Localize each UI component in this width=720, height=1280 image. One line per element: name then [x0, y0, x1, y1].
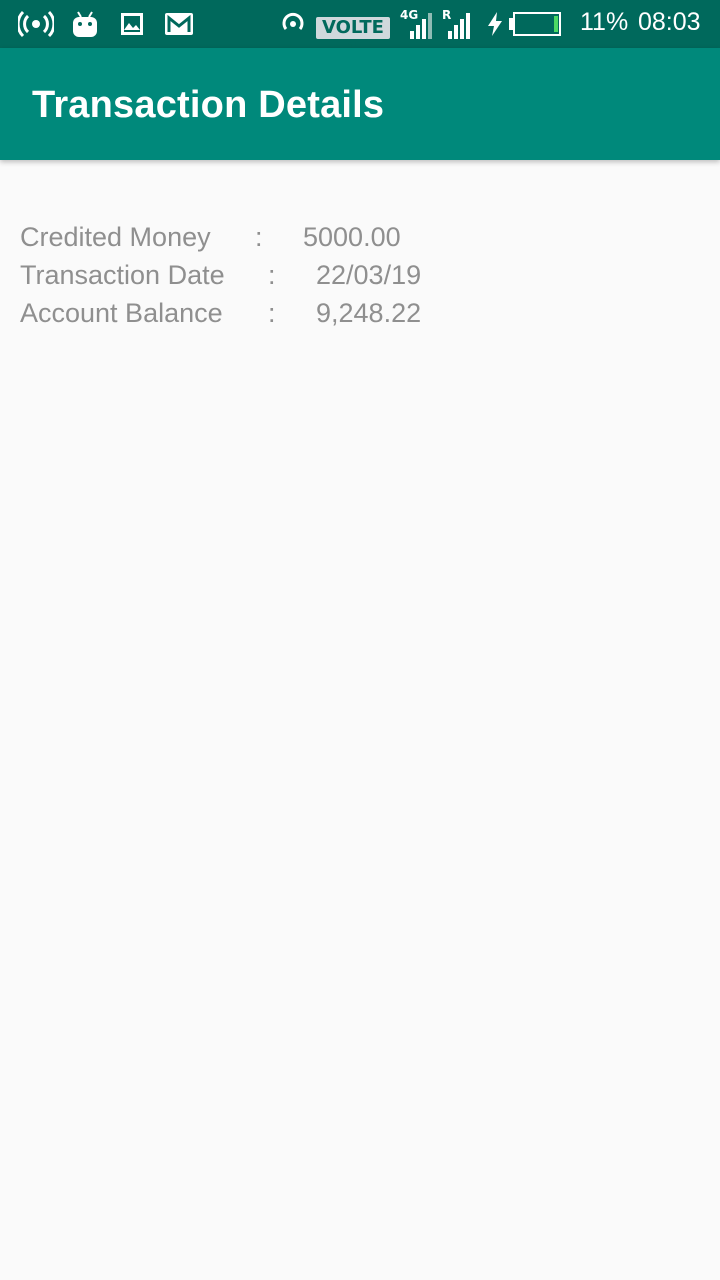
credited-money-label: Credited Money — [20, 222, 211, 252]
wireless-signal-icon — [280, 0, 306, 48]
gmail-icon — [164, 0, 194, 48]
detail-row-transaction-date: Transaction Date : 22/03/19 — [20, 260, 700, 298]
roaming-label: R — [442, 8, 451, 22]
signal-roaming-icon: R — [440, 0, 474, 48]
signal-4g-icon: 4G — [398, 0, 434, 48]
image-icon — [120, 0, 144, 48]
credited-money-separator: : — [255, 222, 263, 252]
detail-row-credited-money: Credited Money : 5000.00 — [20, 222, 700, 260]
android-icon — [72, 0, 98, 48]
battery-icon — [508, 0, 562, 48]
account-balance-separator: : — [268, 298, 276, 328]
hotspot-icon — [18, 0, 54, 48]
charging-icon — [486, 0, 504, 48]
credited-money-value: 5000.00 — [303, 222, 401, 252]
net-4g-label: 4G — [400, 8, 418, 22]
volte-badge: VOLTE 1 — [316, 17, 390, 60]
detail-row-account-balance: Account Balance : 9,248.22 — [20, 298, 700, 336]
account-balance-label: Account Balance — [20, 298, 223, 328]
status-bar: VOLTE 1 4G R 11% 08:03 — [0, 0, 720, 60]
account-balance-value: 9,248.22 — [316, 298, 422, 328]
battery-percent: 11% — [580, 8, 629, 36]
app-bar: Transaction Details — [0, 48, 720, 160]
clock-time: 08:03 — [638, 8, 701, 36]
transaction-date-label: Transaction Date — [20, 260, 225, 290]
transaction-date-value: 22/03/19 — [316, 260, 422, 290]
transaction-date-separator: : — [268, 260, 276, 290]
page-title: Transaction Details — [32, 84, 385, 126]
